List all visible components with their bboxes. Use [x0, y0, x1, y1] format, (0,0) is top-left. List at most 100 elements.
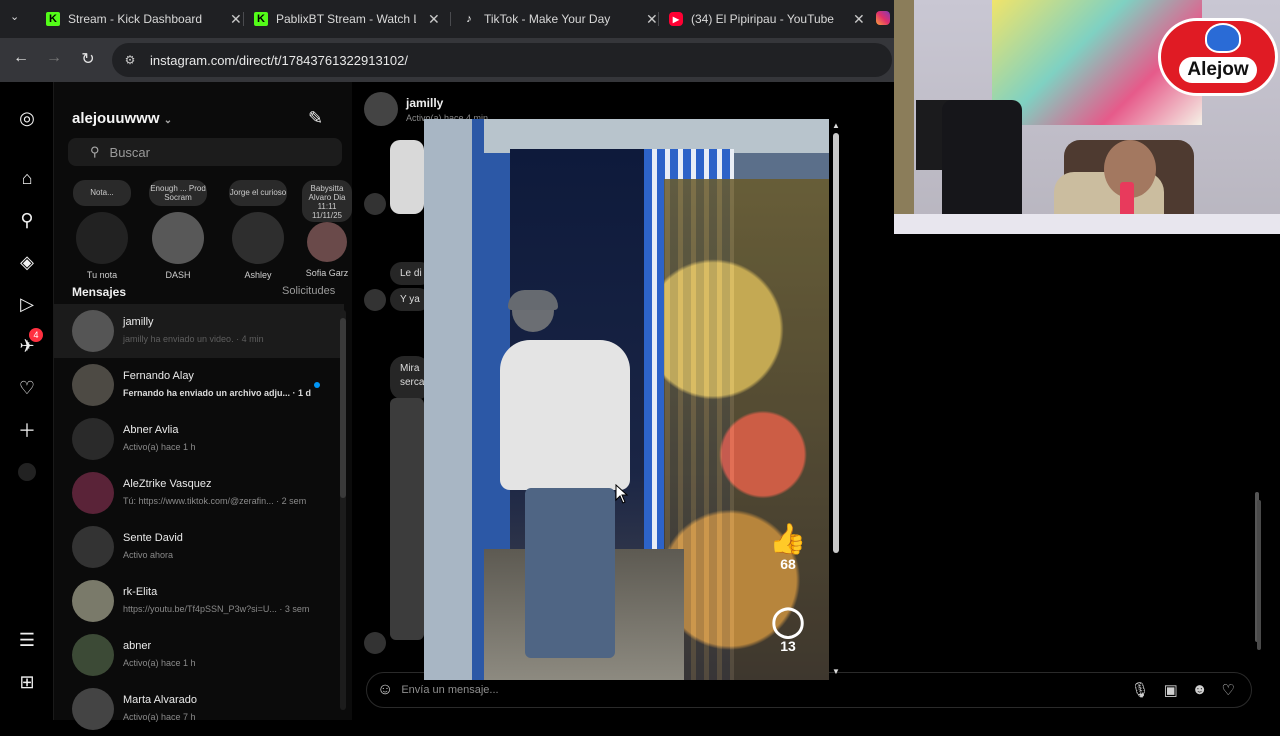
streamer-logo: Alejow [1158, 18, 1278, 96]
compose-message-icon[interactable]: ✎ [308, 108, 323, 129]
page-scrollbar[interactable] [1254, 240, 1264, 660]
tiktok-icon: ♪ [466, 13, 472, 25]
scroll-down-icon[interactable]: ▼ [831, 667, 841, 676]
list-item[interactable]: jamilly jamilly ha enviado un video. · 4… [54, 304, 344, 358]
list-item[interactable]: Abner Avlia Activo(a) hace 1 h [54, 412, 344, 466]
message-text: serca [400, 377, 425, 388]
create-icon[interactable]: ＋ [15, 418, 39, 442]
scrollbar-thumb[interactable] [340, 318, 346, 498]
unread-dot [314, 382, 320, 388]
avatar [76, 212, 128, 264]
list-item[interactable]: Fernando Alay Fernando ha enviado un arc… [54, 358, 344, 412]
apps-icon[interactable]: ⊞ [15, 670, 39, 694]
search-icon[interactable]: ⚲ [15, 208, 39, 232]
thread-preview: Fernando ha enviado un archivo adju... ·… [123, 388, 312, 398]
tab-list-dropdown[interactable]: ⌄ [10, 10, 19, 23]
composer-placeholder: Envía un mensaje... [401, 684, 499, 696]
avatar [72, 580, 114, 622]
comment-count: 13 [780, 638, 796, 654]
avatar[interactable] [364, 92, 398, 126]
instagram-tab-icon[interactable] [876, 11, 890, 25]
scrollbar-thumb[interactable] [1257, 500, 1261, 650]
avatar [72, 526, 114, 568]
emoji-icon[interactable]: ☺ [377, 681, 393, 699]
reload-icon[interactable]: ↻ [77, 49, 99, 69]
thread-preview: Tú: https://www.tiktok.com/@zerafin... ·… [123, 496, 307, 506]
video-person-figure [500, 290, 640, 670]
forward-icon[interactable]: → [43, 49, 65, 67]
inbox-scrollbar[interactable] [340, 310, 346, 710]
image-icon[interactable]: ▣ [1164, 681, 1178, 699]
list-item[interactable]: abner Activo(a) hace 1 h [54, 628, 344, 682]
back-icon[interactable]: ← [10, 49, 32, 67]
site-info-icon[interactable]: ⚙ [122, 52, 138, 68]
close-tab-icon[interactable]: ✕ [646, 11, 658, 28]
close-tab-icon[interactable]: ✕ [853, 11, 865, 28]
shared-image-message[interactable] [390, 140, 424, 214]
profile-avatar[interactable] [15, 460, 39, 484]
list-item[interactable]: Sente David Activo ahora [54, 520, 344, 574]
avatar [72, 418, 114, 460]
sticker-icon[interactable]: ☻ [1192, 681, 1208, 699]
tab-title: PablixBT Stream - Watch Live [276, 12, 416, 26]
search-placeholder: Buscar [109, 144, 150, 160]
home-icon[interactable]: ⌂ [15, 166, 39, 190]
explore-icon[interactable]: ◈ [15, 250, 39, 274]
scroll-up-icon[interactable]: ▲ [831, 121, 841, 130]
thread-preview: Activo(a) hace 1 h [123, 658, 196, 668]
thread-preview: Activo(a) hace 7 h [123, 712, 196, 722]
heart-icon[interactable]: ♡ [1222, 681, 1235, 699]
note-label: DASH [165, 270, 191, 280]
instagram-logo-icon[interactable]: ◎ [15, 106, 39, 130]
video-scrollbar[interactable]: ▲ ▼ [831, 121, 841, 677]
logo-text: Alejow [1179, 57, 1257, 83]
messages-icon[interactable]: ✈ 4 [15, 328, 43, 358]
avatar [72, 634, 114, 676]
search-input[interactable]: ⚲ Buscar [68, 138, 342, 166]
tab-title: Stream - Kick Dashboard [68, 12, 203, 26]
note-item[interactable]: Babysitta Alvaro Dia 11:11 11/11/25 Sofi… [302, 180, 352, 278]
microphone-icon[interactable]: 🎙 [1131, 681, 1150, 699]
like-control[interactable]: 👍 68 [768, 524, 808, 573]
url-field[interactable]: ⚙ instagram.com/direct/t/178437613229131… [112, 43, 892, 77]
tab-pablixbt-stream[interactable]: K PablixBT Stream - Watch Live ✕ [254, 4, 440, 34]
close-tab-icon[interactable]: ✕ [428, 11, 440, 28]
comment-control[interactable]: ◯ 13 [768, 605, 808, 655]
note-item[interactable]: Nota... Tu nota [72, 180, 132, 280]
scrollbar-thumb[interactable] [833, 133, 839, 553]
gaming-chair [942, 100, 1022, 230]
thread-name: jamilly [123, 316, 154, 328]
requests-link[interactable]: Solicitudes [282, 285, 335, 297]
note-item[interactable]: Enough ... Prod Socram DASH [148, 180, 208, 280]
person-jeans [525, 488, 615, 658]
heart-icon[interactable]: ♡ [15, 376, 39, 400]
avatar [364, 289, 386, 311]
shared-video-message[interactable] [390, 398, 424, 640]
inbox-panel: alejouuwww ⌄ ✎ ⚲ Buscar Nota... Tu nota … [54, 82, 352, 730]
comment-icon: ◯ [771, 605, 805, 638]
note-bubble: Enough ... Prod Socram [149, 180, 207, 206]
list-item[interactable]: Marta Alvarado Activo(a) hace 7 h [54, 682, 344, 736]
conversation-name[interactable]: jamilly [406, 96, 443, 110]
list-item[interactable]: AleZtrike Vasquez Tú: https://www.tiktok… [54, 466, 344, 520]
tab-kick-dashboard[interactable]: K Stream - Kick Dashboard ✕ [46, 4, 242, 34]
thread-name: Marta Alvarado [123, 694, 197, 706]
avatar [364, 193, 386, 215]
note-label: Ashley [244, 270, 272, 280]
reels-icon[interactable]: ▷ [15, 292, 39, 316]
thread-name: rk-Elita [123, 586, 158, 598]
tab-tiktok[interactable]: ♪ TikTok - Make Your Day ✕ [462, 4, 658, 34]
list-item[interactable]: rk-Elita https://youtu.be/Tf4pSSN_P3w?si… [54, 574, 344, 628]
tab-title: (34) El Pipiripau - YouTube [691, 12, 834, 26]
like-count: 68 [780, 556, 796, 572]
close-tab-icon[interactable]: ✕ [230, 11, 242, 28]
messages-heading: Mensajes [72, 285, 127, 299]
account-username[interactable]: alejouuwww ⌄ [72, 110, 172, 127]
kick-icon: K [46, 12, 60, 26]
tab-youtube[interactable]: ▶ (34) El Pipiripau - YouTube ✕ [669, 4, 865, 34]
note-bubble: Babysitta Alvaro Dia 11:11 11/11/25 [302, 180, 352, 222]
webcam-overlay: Alejow [894, 0, 1280, 234]
avatar [72, 310, 114, 352]
menu-icon[interactable]: ☰ [15, 628, 39, 652]
note-item[interactable]: Jorge el curioso Ashley [228, 180, 288, 280]
